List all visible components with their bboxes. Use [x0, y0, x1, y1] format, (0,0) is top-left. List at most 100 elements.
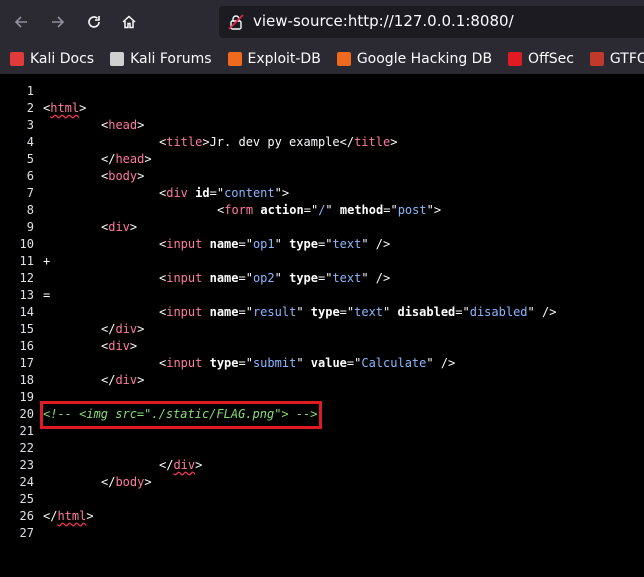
attr-name: disabled [397, 305, 456, 319]
kali-docs-icon [10, 52, 24, 66]
bookmark-label: Exploit-DB [247, 51, 321, 67]
source-line: 26 </html> [0, 508, 644, 525]
source-code: <input name="op1" type="text" /> [159, 236, 390, 253]
attr-value: text [332, 237, 362, 251]
tag-name: div [108, 220, 130, 234]
attr-name: value [310, 356, 347, 370]
source-text: > [390, 135, 398, 149]
source-line: 23 </div> [0, 457, 644, 474]
attr-value: submit [252, 356, 297, 370]
source-text: > [129, 220, 138, 234]
source-code: = [43, 287, 50, 304]
line-number: 19 [19, 390, 34, 404]
forward-button[interactable] [46, 10, 70, 34]
bookmark-label: Kali Docs [30, 51, 95, 67]
tag-name: input [166, 237, 203, 251]
source-code: <div> [101, 338, 137, 355]
attr-name: id [195, 186, 210, 200]
tag-name: div [173, 458, 196, 472]
line-number: 2 [26, 101, 34, 115]
source-text: </ [101, 475, 116, 489]
line-number: 26 [19, 509, 34, 523]
source-text: " [383, 305, 398, 319]
bookmark-label: Kali Forums [130, 51, 212, 67]
source-text: =" [346, 356, 362, 370]
source-code: <div> [101, 219, 137, 236]
attr-name: name [209, 305, 239, 319]
tag-name: input [166, 305, 203, 319]
source-code: </div> [159, 457, 202, 474]
source-line: 6 <body> [0, 168, 644, 185]
gtfobins-icon [589, 52, 604, 66]
tag-name: div [115, 322, 138, 336]
source-text: =" [318, 271, 333, 285]
bookmark-item[interactable]: Kali Docs [0, 44, 100, 74]
bookmark-item[interactable]: Kali Forums [100, 44, 217, 74]
tag-name: title [166, 135, 203, 149]
source-text: "> [426, 203, 442, 217]
forward-arrow-icon [52, 16, 65, 28]
source-code: <form action="/" method="post"> [217, 202, 441, 219]
attr-value: content [224, 186, 275, 200]
attr-value: post [397, 203, 427, 217]
line-number: 25 [19, 492, 34, 506]
bookmark-item[interactable]: GTFOBins [580, 44, 644, 74]
attr-name: type [289, 237, 318, 251]
source-line: 8 <form action="/" method="post"> [0, 202, 644, 219]
line-number: 7 [26, 186, 34, 200]
tag-name: input [166, 356, 203, 370]
line-number: 8 [26, 203, 34, 217]
back-button[interactable] [9, 10, 33, 34]
source-code: <div id="content"> [159, 185, 289, 202]
reload-icon [88, 16, 100, 28]
line-number: 16 [19, 339, 34, 353]
source-text: + [43, 254, 51, 268]
source-text: =" [238, 271, 253, 285]
source-line: 27 [0, 525, 644, 542]
insecure-lock-icon [228, 14, 244, 30]
url-text: view-source:http://127.0.0.1:8080/ [253, 12, 514, 30]
bookmark-item[interactable]: Exploit-DB [218, 44, 327, 74]
source-text: =" [339, 305, 355, 319]
line-number: 14 [19, 305, 34, 319]
tag-name: input [166, 271, 203, 285]
source-text: > [137, 169, 145, 183]
source-text: >Jr. dev py example</ [202, 135, 355, 149]
tag-name: form [224, 203, 254, 217]
bookmarks-toolbar: Kali Docs Kali Forums Exploit-DB Google Hac… [0, 44, 644, 74]
source-text: " [274, 237, 290, 251]
source-code: <body> [101, 168, 144, 185]
source-line: 7 <div id="content"> [0, 185, 644, 202]
source-text: =" [455, 305, 470, 319]
source-line: 14 <input name="result" type="text" disab… [0, 304, 644, 321]
source-text [202, 356, 209, 370]
source-text: =" [238, 305, 253, 319]
source-text: " [296, 356, 311, 370]
home-button[interactable] [117, 10, 141, 34]
tag-name: div [108, 339, 130, 353]
bookmark-item[interactable]: Google Hacking DB [327, 44, 498, 74]
bookmark-item[interactable]: OffSec [498, 44, 580, 74]
line-number: 3 [26, 118, 34, 132]
view-source-content: 1 2 <html> 3 <head> 4 <title>Jr. dev py exampl… [0, 74, 644, 577]
source-text: " [274, 271, 290, 285]
attr-value: result [252, 305, 297, 319]
line-number: 23 [19, 458, 34, 472]
url-bar[interactable]: view-source:http://127.0.0.1:8080/ [219, 6, 644, 38]
source-text: =" [209, 186, 225, 200]
source-code: <input type="submit" value="Calculate" /… [159, 355, 455, 372]
tag-name: head [108, 118, 138, 132]
source-text: " /> [361, 237, 391, 251]
tag-name: title [354, 135, 391, 149]
source-text: </ [43, 509, 58, 523]
tag-name: html [50, 101, 80, 115]
source-line: 9 <div> [0, 219, 644, 236]
source-code: </div> [101, 321, 144, 338]
line-number: 20 [19, 407, 34, 421]
source-code: <head> [101, 117, 144, 134]
source-text [202, 305, 209, 319]
line-number: 1 [26, 84, 34, 98]
tag-name: div [115, 373, 138, 387]
reload-button[interactable] [82, 10, 106, 34]
tag-name: html [57, 509, 87, 523]
